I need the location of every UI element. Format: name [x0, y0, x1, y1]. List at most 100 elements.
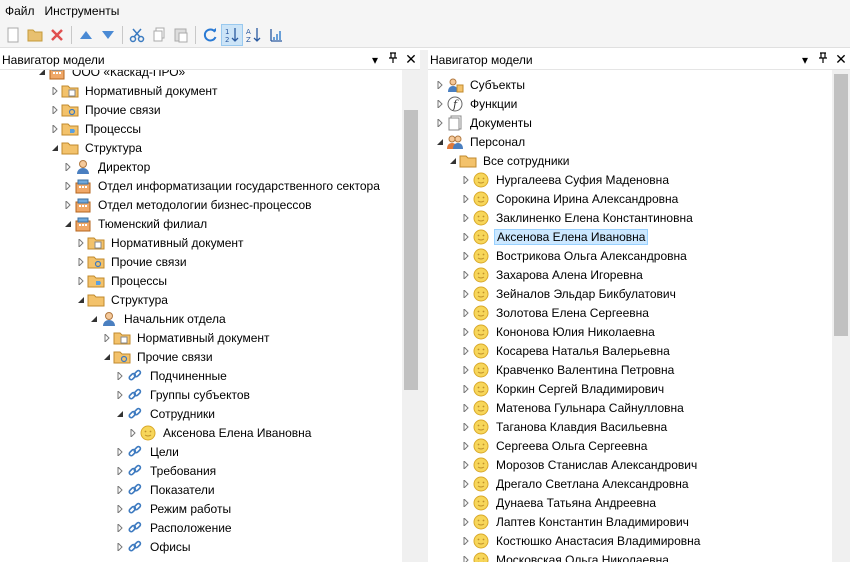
- tree-item[interactable]: Показатели: [114, 480, 217, 499]
- tree-item-label[interactable]: Цели: [148, 444, 181, 460]
- tree-item-label[interactable]: Процессы: [109, 273, 169, 289]
- expand-arrow-icon[interactable]: [460, 379, 472, 398]
- tree-item-label[interactable]: Московская Ольга Николаевна: [494, 552, 671, 562]
- cut-icon[interactable]: [126, 24, 148, 46]
- tree-item[interactable]: Прочие связи: [49, 100, 163, 119]
- tree-item[interactable]: Нормативный документ: [49, 81, 220, 100]
- expand-arrow-icon[interactable]: [460, 246, 472, 265]
- expand-arrow-icon[interactable]: [460, 341, 472, 360]
- tree-item[interactable]: Сотрудники: [114, 404, 217, 423]
- left-scrollbar[interactable]: [402, 70, 420, 562]
- tree-item[interactable]: Московская Ольга Николаевна: [460, 550, 671, 562]
- expand-arrow-icon[interactable]: [460, 550, 472, 562]
- tree-item[interactable]: Заклиненко Елена Константиновна: [460, 208, 695, 227]
- tree-item-label[interactable]: Отдел методологии бизнес-процессов: [96, 197, 314, 213]
- tree-item[interactable]: ООО «Каскад-ПРО»: [36, 70, 187, 81]
- tree-item[interactable]: Коркин Сергей Владимирович: [460, 379, 666, 398]
- tree-item[interactable]: f Функции: [434, 94, 519, 113]
- refresh-icon[interactable]: [199, 24, 221, 46]
- expand-arrow-icon[interactable]: [62, 176, 74, 195]
- tree-item[interactable]: Сергеева Ольга Сергеевна: [460, 436, 649, 455]
- dropdown-icon[interactable]: ▾: [796, 53, 814, 67]
- tree-item-label[interactable]: Субъекты: [468, 77, 527, 93]
- tree-item-label[interactable]: Дунаева Татьяна Андреевна: [494, 495, 658, 511]
- tree-item[interactable]: Морозов Станислав Александрович: [460, 455, 699, 474]
- sort-alpha-icon[interactable]: AZ: [243, 24, 265, 46]
- tree-item-label[interactable]: Офисы: [148, 539, 193, 555]
- tree-item[interactable]: Документы: [434, 113, 534, 132]
- tree-item[interactable]: Аксенова Елена Ивановна: [460, 227, 649, 246]
- expand-arrow-icon[interactable]: [434, 113, 446, 132]
- tree-item[interactable]: Структура: [75, 290, 170, 309]
- paste-icon[interactable]: [170, 24, 192, 46]
- tree-item[interactable]: Процессы: [49, 119, 143, 138]
- tree-item-label[interactable]: ООО «Каскад-ПРО»: [70, 70, 187, 80]
- tree-item[interactable]: Цели: [114, 442, 181, 461]
- tree-item[interactable]: Отдел информатизации государственного се…: [62, 176, 382, 195]
- tree-item-label[interactable]: Аксенова Елена Ивановна: [494, 228, 649, 245]
- collapse-arrow-icon[interactable]: [101, 347, 113, 366]
- expand-arrow-icon[interactable]: [460, 189, 472, 208]
- tree-item-label[interactable]: Костюшко Анастасия Владимировна: [494, 533, 702, 549]
- expand-arrow-icon[interactable]: [49, 100, 61, 119]
- tree-item-label[interactable]: Сотрудники: [148, 406, 217, 422]
- tree-item[interactable]: Лаптев Константин Владимирович: [460, 512, 691, 531]
- tree-item-label[interactable]: Документы: [468, 115, 534, 131]
- expand-arrow-icon[interactable]: [460, 284, 472, 303]
- expand-arrow-icon[interactable]: [460, 303, 472, 322]
- tree-item-label[interactable]: Зейналов Эльдар Бикбулатович: [494, 286, 678, 302]
- tree-item-label[interactable]: Кравченко Валентина Петровна: [494, 362, 676, 378]
- tree-item[interactable]: Матенова Гульнара Сайнулловна: [460, 398, 686, 417]
- tree-item-label[interactable]: Тюменский филиал: [96, 216, 209, 232]
- close-icon[interactable]: ✕: [402, 51, 420, 68]
- expand-arrow-icon[interactable]: [460, 436, 472, 455]
- tree-item[interactable]: Офисы: [114, 537, 193, 556]
- tree-item-label[interactable]: Нормативный документ: [83, 83, 220, 99]
- tree-item-label[interactable]: Прочие связи: [135, 349, 215, 365]
- tree-item-label[interactable]: Группы субъектов: [148, 387, 252, 403]
- tree-item[interactable]: Нургалеева Суфия Маденовна: [460, 170, 671, 189]
- menu-file[interactable]: Файл: [0, 4, 40, 18]
- expand-arrow-icon[interactable]: [434, 94, 446, 113]
- tree-item-label[interactable]: Отдел информатизации государственного се…: [96, 178, 382, 194]
- tree-item-label[interactable]: Золотова Елена Сергеевна: [494, 305, 651, 321]
- expand-arrow-icon[interactable]: [460, 398, 472, 417]
- tree-item-label[interactable]: Персонал: [468, 134, 527, 150]
- tree-item-label[interactable]: Показатели: [148, 482, 217, 498]
- tree-item-label[interactable]: Дрегало Светлана Александровна: [494, 476, 691, 492]
- expand-arrow-icon[interactable]: [434, 75, 446, 94]
- dropdown-icon[interactable]: ▾: [366, 53, 384, 67]
- collapse-arrow-icon[interactable]: [49, 138, 61, 157]
- tree-item-label[interactable]: Нормативный документ: [109, 235, 246, 251]
- tree-item[interactable]: Субъекты: [434, 75, 527, 94]
- collapse-arrow-icon[interactable]: [447, 151, 459, 170]
- expand-arrow-icon[interactable]: [101, 328, 113, 347]
- tree-item[interactable]: Персонал: [434, 132, 527, 151]
- tree-item[interactable]: Тюменский филиал: [62, 214, 209, 233]
- expand-arrow-icon[interactable]: [62, 195, 74, 214]
- tree-item-label[interactable]: Директор: [96, 159, 152, 175]
- tree-item-label[interactable]: Требования: [148, 463, 218, 479]
- tree-item[interactable]: Кравченко Валентина Петровна: [460, 360, 676, 379]
- sort-numeric-icon[interactable]: 12: [221, 23, 243, 46]
- expand-arrow-icon[interactable]: [460, 455, 472, 474]
- tree-item-label[interactable]: Расположение: [148, 520, 234, 536]
- tree-item[interactable]: Подчиненные: [114, 366, 229, 385]
- expand-arrow-icon[interactable]: [75, 252, 87, 271]
- tree-item-label[interactable]: Морозов Станислав Александрович: [494, 457, 699, 473]
- tree-item-label[interactable]: Таганова Клавдия Васильевна: [494, 419, 669, 435]
- tree-item-label[interactable]: Функции: [468, 96, 519, 112]
- tree-item[interactable]: Нормативный документ: [75, 233, 246, 252]
- sort-custom-icon[interactable]: [265, 24, 287, 46]
- tree-item-label[interactable]: Косарева Наталья Валерьевна: [494, 343, 672, 359]
- pin-icon[interactable]: [814, 52, 832, 67]
- tree-item[interactable]: Захарова Алена Игоревна: [460, 265, 645, 284]
- expand-arrow-icon[interactable]: [460, 474, 472, 493]
- tree-item[interactable]: Дунаева Татьяна Андреевна: [460, 493, 658, 512]
- copy-icon[interactable]: [148, 24, 170, 46]
- tree-item[interactable]: Костюшко Анастасия Владимировна: [460, 531, 702, 550]
- tree-item-label[interactable]: Сергеева Ольга Сергеевна: [494, 438, 649, 454]
- expand-arrow-icon[interactable]: [460, 531, 472, 550]
- expand-arrow-icon[interactable]: [460, 360, 472, 379]
- tree-item-label[interactable]: Коркин Сергей Владимирович: [494, 381, 666, 397]
